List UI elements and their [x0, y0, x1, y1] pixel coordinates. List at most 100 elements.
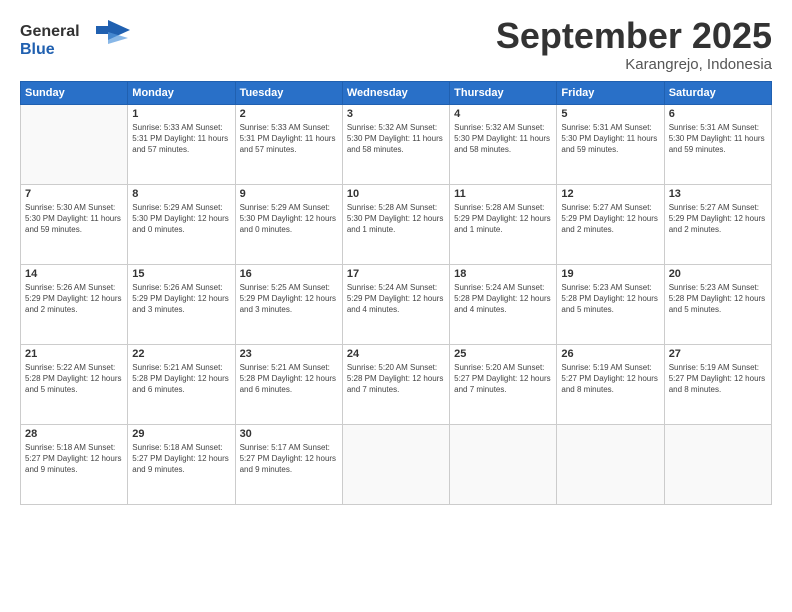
day-number: 11 [454, 188, 552, 200]
day-number: 16 [240, 268, 338, 280]
calendar-cell: 19 Sunrise: 5:23 AM Sunset: 5:28 PM Dayli… [557, 264, 664, 344]
day-info: Sunrise: 5:21 AM Sunset: 5:28 PM Dayligh… [240, 362, 338, 396]
day-number: 13 [669, 188, 767, 200]
header-wednesday: Wednesday [342, 81, 449, 104]
day-info: Sunrise: 5:32 AM Sunset: 5:30 PM Dayligh… [454, 122, 552, 156]
header-row: Sunday Monday Tuesday Wednesday Thursday… [21, 81, 772, 104]
day-info: Sunrise: 5:23 AM Sunset: 5:28 PM Dayligh… [561, 282, 659, 316]
calendar-cell: 9Sunrise: 5:29 AM Sunset: 5:30 PM Daylig… [235, 184, 342, 264]
day-number: 23 [240, 348, 338, 360]
day-info: Sunrise: 5:21 AM Sunset: 5:28 PM Dayligh… [132, 362, 230, 396]
day-number: 29 [132, 428, 230, 440]
calendar-cell: 1 Sunrise: 5:33 AM Sunset: 5:31 PM Daylig… [128, 104, 235, 184]
day-info: Sunrise: 5:20 AM Sunset: 5:28 PM Dayligh… [347, 362, 445, 396]
calendar-cell: 17 Sunrise: 5:24 AM Sunset: 5:29 PM Dayli… [342, 264, 449, 344]
day-number: 4 [454, 108, 552, 120]
calendar-cell: 22 Sunrise: 5:21 AM Sunset: 5:28 PM Dayli… [128, 344, 235, 424]
day-info: Sunrise: 5:18 AM Sunset: 5:27 PM Dayligh… [132, 442, 230, 476]
svg-text:Blue: Blue [20, 41, 55, 58]
day-number: 25 [454, 348, 552, 360]
logo: General Blue [20, 16, 140, 65]
day-number: 14 [25, 268, 123, 280]
day-info: Sunrise: 5:31 AM Sunset: 5:30 PM Dayligh… [561, 122, 659, 156]
day-info: Sunrise: 5:31 AM Sunset: 5:30 PM Dayligh… [669, 122, 767, 156]
day-number: 6 [669, 108, 767, 120]
header: General Blue September 2025 Karangrejo, … [20, 16, 772, 73]
day-number: 10 [347, 188, 445, 200]
calendar-cell: 30 Sunrise: 5:17 AM Sunset: 5:27 PM Dayli… [235, 424, 342, 504]
calendar-cell: 23 Sunrise: 5:21 AM Sunset: 5:28 PM Dayli… [235, 344, 342, 424]
calendar-cell: 21 Sunrise: 5:22 AM Sunset: 5:28 PM Dayli… [21, 344, 128, 424]
calendar-cell [664, 424, 771, 504]
day-info: Sunrise: 5:30 AM Sunset: 5:30 PM Dayligh… [25, 202, 123, 236]
day-number: 27 [669, 348, 767, 360]
title-block: September 2025 Karangrejo, Indonesia [496, 16, 772, 73]
day-info: Sunrise: 5:23 AM Sunset: 5:28 PM Dayligh… [669, 282, 767, 316]
day-number: 19 [561, 268, 659, 280]
day-info: Sunrise: 5:26 AM Sunset: 5:29 PM Dayligh… [25, 282, 123, 316]
month-title: September 2025 [496, 16, 772, 56]
day-number: 9 [240, 188, 338, 200]
calendar-cell: 16 Sunrise: 5:25 AM Sunset: 5:29 PM Dayli… [235, 264, 342, 344]
day-info: Sunrise: 5:25 AM Sunset: 5:29 PM Dayligh… [240, 282, 338, 316]
calendar-week-0: 1 Sunrise: 5:33 AM Sunset: 5:31 PM Daylig… [21, 104, 772, 184]
calendar-cell: 12 Sunrise: 5:27 AM Sunset: 5:29 PM Dayli… [557, 184, 664, 264]
day-info: Sunrise: 5:26 AM Sunset: 5:29 PM Dayligh… [132, 282, 230, 316]
day-number: 2 [240, 108, 338, 120]
calendar-cell: 6 Sunrise: 5:31 AM Sunset: 5:30 PM Daylig… [664, 104, 771, 184]
page: General Blue September 2025 Karangrejo, … [0, 0, 792, 612]
day-info: Sunrise: 5:28 AM Sunset: 5:29 PM Dayligh… [454, 202, 552, 236]
calendar-cell: 14 Sunrise: 5:26 AM Sunset: 5:29 PM Dayli… [21, 264, 128, 344]
calendar-cell: 27 Sunrise: 5:19 AM Sunset: 5:27 PM Dayli… [664, 344, 771, 424]
day-info: Sunrise: 5:33 AM Sunset: 5:31 PM Dayligh… [132, 122, 230, 156]
calendar-cell: 4 Sunrise: 5:32 AM Sunset: 5:30 PM Daylig… [450, 104, 557, 184]
calendar-cell: 2 Sunrise: 5:33 AM Sunset: 5:31 PM Daylig… [235, 104, 342, 184]
calendar-week-1: 7Sunrise: 5:30 AM Sunset: 5:30 PM Daylig… [21, 184, 772, 264]
calendar-week-2: 14 Sunrise: 5:26 AM Sunset: 5:29 PM Dayli… [21, 264, 772, 344]
calendar-cell: 15Sunrise: 5:26 AM Sunset: 5:29 PM Dayli… [128, 264, 235, 344]
location-subtitle: Karangrejo, Indonesia [496, 56, 772, 73]
day-info: Sunrise: 5:19 AM Sunset: 5:27 PM Dayligh… [561, 362, 659, 396]
day-number: 17 [347, 268, 445, 280]
calendar-week-4: 28 Sunrise: 5:18 AM Sunset: 5:27 PM Dayli… [21, 424, 772, 504]
calendar-cell: 11 Sunrise: 5:28 AM Sunset: 5:29 PM Dayli… [450, 184, 557, 264]
header-tuesday: Tuesday [235, 81, 342, 104]
day-info: Sunrise: 5:33 AM Sunset: 5:31 PM Dayligh… [240, 122, 338, 156]
calendar-cell [21, 104, 128, 184]
day-number: 26 [561, 348, 659, 360]
day-number: 22 [132, 348, 230, 360]
calendar-cell: 20 Sunrise: 5:23 AM Sunset: 5:28 PM Dayli… [664, 264, 771, 344]
calendar-cell: 29 Sunrise: 5:18 AM Sunset: 5:27 PM Dayli… [128, 424, 235, 504]
day-number: 21 [25, 348, 123, 360]
calendar-cell: 26 Sunrise: 5:19 AM Sunset: 5:27 PM Dayli… [557, 344, 664, 424]
day-info: Sunrise: 5:29 AM Sunset: 5:30 PM Dayligh… [132, 202, 230, 236]
calendar-cell: 5 Sunrise: 5:31 AM Sunset: 5:30 PM Daylig… [557, 104, 664, 184]
svg-text:General: General [20, 23, 80, 40]
calendar-table: Sunday Monday Tuesday Wednesday Thursday… [20, 81, 772, 505]
calendar-cell: 7Sunrise: 5:30 AM Sunset: 5:30 PM Daylig… [21, 184, 128, 264]
day-number: 20 [669, 268, 767, 280]
day-number: 5 [561, 108, 659, 120]
header-saturday: Saturday [664, 81, 771, 104]
day-number: 28 [25, 428, 123, 440]
day-number: 12 [561, 188, 659, 200]
calendar-cell [342, 424, 449, 504]
day-number: 30 [240, 428, 338, 440]
day-info: Sunrise: 5:32 AM Sunset: 5:30 PM Dayligh… [347, 122, 445, 156]
day-info: Sunrise: 5:19 AM Sunset: 5:27 PM Dayligh… [669, 362, 767, 396]
day-number: 18 [454, 268, 552, 280]
calendar-cell: 10 Sunrise: 5:28 AM Sunset: 5:30 PM Dayli… [342, 184, 449, 264]
calendar-week-3: 21 Sunrise: 5:22 AM Sunset: 5:28 PM Dayli… [21, 344, 772, 424]
calendar-cell: 13Sunrise: 5:27 AM Sunset: 5:29 PM Dayli… [664, 184, 771, 264]
day-info: Sunrise: 5:17 AM Sunset: 5:27 PM Dayligh… [240, 442, 338, 476]
day-number: 1 [132, 108, 230, 120]
day-info: Sunrise: 5:24 AM Sunset: 5:29 PM Dayligh… [347, 282, 445, 316]
calendar-cell: 18Sunrise: 5:24 AM Sunset: 5:28 PM Dayli… [450, 264, 557, 344]
header-monday: Monday [128, 81, 235, 104]
logo-text: General Blue [20, 16, 140, 65]
day-info: Sunrise: 5:22 AM Sunset: 5:28 PM Dayligh… [25, 362, 123, 396]
calendar-cell: 3Sunrise: 5:32 AM Sunset: 5:30 PM Daylig… [342, 104, 449, 184]
day-info: Sunrise: 5:27 AM Sunset: 5:29 PM Dayligh… [561, 202, 659, 236]
day-number: 8 [132, 188, 230, 200]
day-info: Sunrise: 5:28 AM Sunset: 5:30 PM Dayligh… [347, 202, 445, 236]
